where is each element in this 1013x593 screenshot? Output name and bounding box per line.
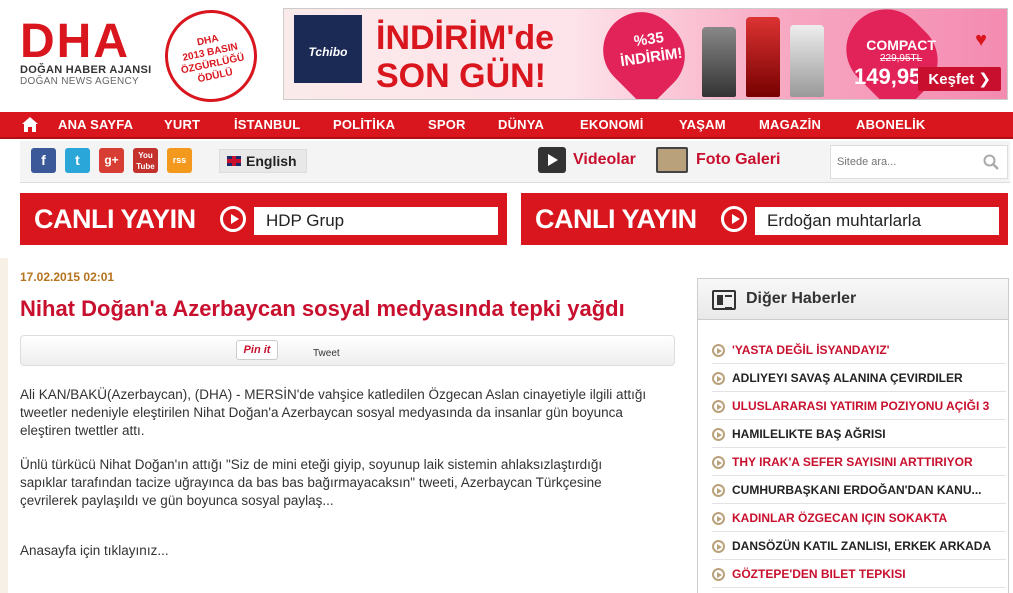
left-edge-strip xyxy=(0,258,8,593)
news-title: ADLIYEYI SAVAŞ ALANINA ÇEVIRDILER xyxy=(732,371,963,385)
list-item[interactable]: KADINLAR ÖZGECAN IÇIN SOKAKTA xyxy=(712,504,1006,532)
logo-line1: DOĞAN HABER AJANSI xyxy=(20,64,152,76)
home-icon[interactable] xyxy=(22,117,38,132)
article-date: 17.02.2015 02:01 xyxy=(20,270,115,284)
play-icon[interactable] xyxy=(220,206,246,232)
banner-headline-line2: SON GÜN! xyxy=(376,57,546,95)
nav-item-home[interactable]: ANA SAYFA xyxy=(58,117,133,132)
coffee-machine-icon xyxy=(790,25,824,97)
other-news-sidebar: Diğer Haberler 'YASTA DEĞİL İSYANDAYIZ' A… xyxy=(697,278,1009,593)
site-header: DHA DOĞAN HABER AJANSI DOĞAN NEWS AGENCY… xyxy=(0,0,1013,111)
arrow-right-icon xyxy=(712,568,725,581)
compact-label: COMPACT xyxy=(866,37,936,53)
coffee-machine-icon xyxy=(702,27,736,97)
home-link[interactable]: Anasayfa için tıklayınız... xyxy=(20,543,680,558)
nav-item-spor[interactable]: SPOR xyxy=(428,117,466,132)
news-title: THY IRAK'A SEFER SAYISINI ARTTIRIYOR xyxy=(732,455,973,469)
main-nav: ANA SAYFA YURT İSTANBUL POLİTİKA SPOR DÜ… xyxy=(0,112,1013,139)
press-freedom-award-seal: DHA 2013 BASIN ÖZGÜRLÜĞÜ ÖDÜLÜ xyxy=(156,1,266,111)
list-item[interactable]: CUMHURBAŞKANI ERDOĞAN'DAN KANU... xyxy=(712,476,1006,504)
nav-item-dunya[interactable]: DÜNYA xyxy=(498,117,544,132)
search-box xyxy=(830,145,1008,179)
arrow-right-icon xyxy=(712,400,725,413)
uk-flag-icon xyxy=(227,156,241,166)
tweet-button[interactable]: Tweet xyxy=(313,348,340,359)
nav-item-abonelik[interactable]: ABONELİK xyxy=(856,117,926,132)
social-toolbar: f t g+ You Tube rss English Videolar Fot… xyxy=(20,141,1010,183)
heart-icon: ♥ xyxy=(975,29,987,51)
live-title[interactable]: Erdoğan muhtarlarla xyxy=(755,207,999,235)
news-title: KADINLAR ÖZGECAN IÇIN SOKAKTA xyxy=(732,511,948,525)
arrow-right-icon xyxy=(712,456,725,469)
language-english-button[interactable]: English xyxy=(219,149,307,173)
old-price: 229,95TL xyxy=(879,53,923,64)
nav-item-yasam[interactable]: YAŞAM xyxy=(679,117,726,132)
list-item[interactable]: DANSÖZÜN KATIL ZANLISI, ERKEK ARKADA xyxy=(712,532,1006,560)
youtube-icon[interactable]: You Tube xyxy=(133,148,158,173)
arrow-right-icon xyxy=(712,512,725,525)
photo-gallery-link[interactable]: Foto Galeri xyxy=(696,151,780,169)
arrow-right-icon xyxy=(712,344,725,357)
live-label: CANLI YAYIN xyxy=(535,204,697,234)
sidebar-title: Diğer Haberler xyxy=(746,290,857,307)
news-title: ULUSLARARASI YATIRIM POZIYONU AÇIĞI 3 xyxy=(732,399,990,413)
live-label: CANLI YAYIN xyxy=(34,204,196,234)
news-title: GÖZTEPE'DEN BILET TEPKISI xyxy=(732,567,906,581)
language-label: English xyxy=(246,153,297,169)
dha-logo[interactable]: DHA DOĞAN HABER AJANSI DOĞAN NEWS AGENCY xyxy=(20,15,170,92)
live-title[interactable]: HDP Grup xyxy=(254,207,498,235)
tchibo-ad-banner[interactable]: Tchibo İNDİRİM'de SON GÜN! %35 İNDİRİM! … xyxy=(283,8,1008,100)
list-item[interactable]: ULUSLARARASI YATIRIM POZIYONU AÇIĞI 3 xyxy=(712,392,1006,420)
news-title: CUMHURBAŞKANI ERDOĞAN'DAN KANU... xyxy=(732,483,982,497)
arrow-right-icon xyxy=(712,372,725,385)
discover-button[interactable]: Keşfet ❯ xyxy=(918,67,1001,91)
nav-item-politika[interactable]: POLİTİKA xyxy=(333,117,395,132)
live-broadcast-box-1[interactable]: CANLI YAYIN HDP Grup xyxy=(20,193,507,245)
sidebar-header: Diğer Haberler xyxy=(698,279,1008,320)
videos-link[interactable]: Videolar xyxy=(573,151,636,169)
coffee-machine-icon xyxy=(746,17,780,97)
list-item[interactable]: HAMILELIKTE BAŞ AĞRISI xyxy=(712,420,1006,448)
news-title: 'YASTA DEĞİL İSYANDAYIZ' xyxy=(732,343,890,357)
share-bar: Pin it Tweet xyxy=(20,335,675,366)
article-headline: Nihat Doğan'a Azerbaycan sosyal medyasın… xyxy=(20,296,625,321)
twitter-icon[interactable]: t xyxy=(65,148,90,173)
nav-item-magazin[interactable]: MAGAZİN xyxy=(759,117,821,132)
pinterest-button[interactable]: Pin it xyxy=(236,340,278,360)
play-icon[interactable] xyxy=(721,206,747,232)
article: 17.02.2015 02:01 Nihat Doğan'a Azerbayca… xyxy=(20,270,680,558)
news-list: 'YASTA DEĞİL İSYANDAYIZ' ADLIYEYI SAVAŞ A… xyxy=(698,320,1008,588)
nav-item-ekonomi[interactable]: EKONOMİ xyxy=(580,117,644,132)
arrow-right-icon xyxy=(712,484,725,497)
video-camera-icon[interactable] xyxy=(538,147,566,173)
arrow-right-icon xyxy=(712,428,725,441)
nav-item-yurt[interactable]: YURT xyxy=(164,117,200,132)
search-input[interactable] xyxy=(837,150,977,174)
list-item[interactable]: 'YASTA DEĞİL İSYANDAYIZ' xyxy=(712,336,1006,364)
google-plus-icon[interactable]: g+ xyxy=(99,148,124,173)
article-paragraph: Ali KAN/BAKÜ(Azerbaycan), (DHA) - MERSİN… xyxy=(20,387,647,438)
banner-headline: İNDİRİM'de SON GÜN! xyxy=(376,19,554,95)
arrow-right-icon xyxy=(712,540,725,553)
live-broadcast-box-2[interactable]: CANLI YAYIN Erdoğan muhtarlarla xyxy=(521,193,1008,245)
photo-gallery-icon[interactable] xyxy=(656,147,688,173)
rss-icon[interactable]: rss xyxy=(167,148,192,173)
news-title: HAMILELIKTE BAŞ AĞRISI xyxy=(732,427,886,441)
list-item[interactable]: ADLIYEYI SAVAŞ ALANINA ÇEVIRDILER xyxy=(712,364,1006,392)
nav-item-istanbul[interactable]: İSTANBUL xyxy=(234,117,300,132)
list-item[interactable]: GÖZTEPE'DEN BILET TEPKISI xyxy=(712,560,1006,588)
logo-mark: DHA xyxy=(20,15,130,68)
coffee-machines-image xyxy=(702,13,832,97)
article-paragraph: Ünlü türkücü Nihat Doğan'ın attığı "Siz … xyxy=(20,457,603,508)
logo-line2: DOĞAN NEWS AGENCY xyxy=(20,76,140,87)
tchibo-logo: Tchibo xyxy=(294,15,362,83)
newspaper-icon xyxy=(712,290,736,310)
search-icon[interactable] xyxy=(983,154,999,170)
banner-headline-line1: İNDİRİM'de xyxy=(376,19,555,57)
list-item[interactable]: THY IRAK'A SEFER SAYISINI ARTTIRIYOR xyxy=(712,448,1006,476)
news-title: DANSÖZÜN KATIL ZANLISI, ERKEK ARKADA xyxy=(732,539,992,553)
facebook-icon[interactable]: f xyxy=(31,148,56,173)
